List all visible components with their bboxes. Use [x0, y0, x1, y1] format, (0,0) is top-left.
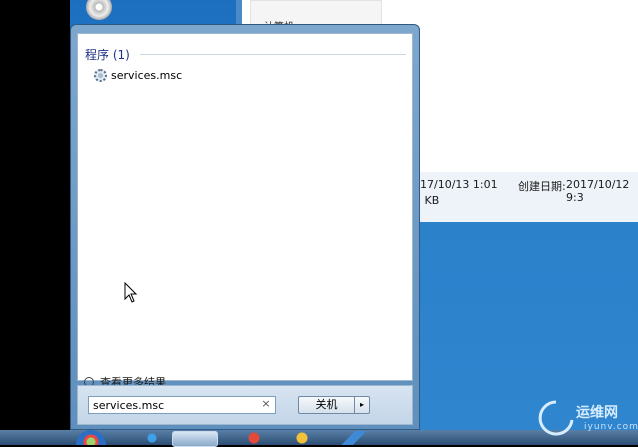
search-results-pane: 程序 (1) services.msc 查看更多结果	[77, 33, 413, 389]
created-label: 创建日期:	[518, 180, 566, 193]
group-divider	[140, 54, 406, 55]
programs-group-header[interactable]: 程序 (1)	[85, 46, 130, 63]
shutdown-options-arrow-icon[interactable]: ▸	[354, 396, 370, 414]
created-date: 2017/10/12 9:3	[566, 178, 630, 204]
watermark-subtext: iyunv.com	[584, 422, 638, 432]
start-menu-bottom-bar: × 关机 ▸	[77, 385, 413, 425]
app-taskbar-icon[interactable]	[280, 431, 324, 445]
result-label: services.msc	[111, 68, 183, 82]
screen-edge	[0, 0, 70, 430]
shutdown-button[interactable]: 关机	[298, 396, 354, 414]
ie-taskbar-icon[interactable]	[130, 431, 174, 445]
chrome-taskbar-icon[interactable]	[232, 431, 276, 445]
pinned-taskbar-icon[interactable]	[332, 431, 376, 445]
gear-icon	[94, 68, 107, 82]
watermark-text: 运维网	[576, 405, 618, 421]
search-input[interactable]	[88, 396, 276, 414]
clear-search-icon[interactable]: ×	[260, 397, 272, 410]
disk-icon	[86, 0, 112, 20]
result-item-services[interactable]: services.msc	[94, 67, 182, 83]
watermark-logo-icon	[538, 400, 574, 436]
start-menu: 程序 (1) services.msc 查看更多结果 × 关机 ▸	[70, 24, 420, 430]
start-orb-icon[interactable]	[76, 430, 106, 445]
desktop-icon[interactable]	[80, 0, 120, 22]
